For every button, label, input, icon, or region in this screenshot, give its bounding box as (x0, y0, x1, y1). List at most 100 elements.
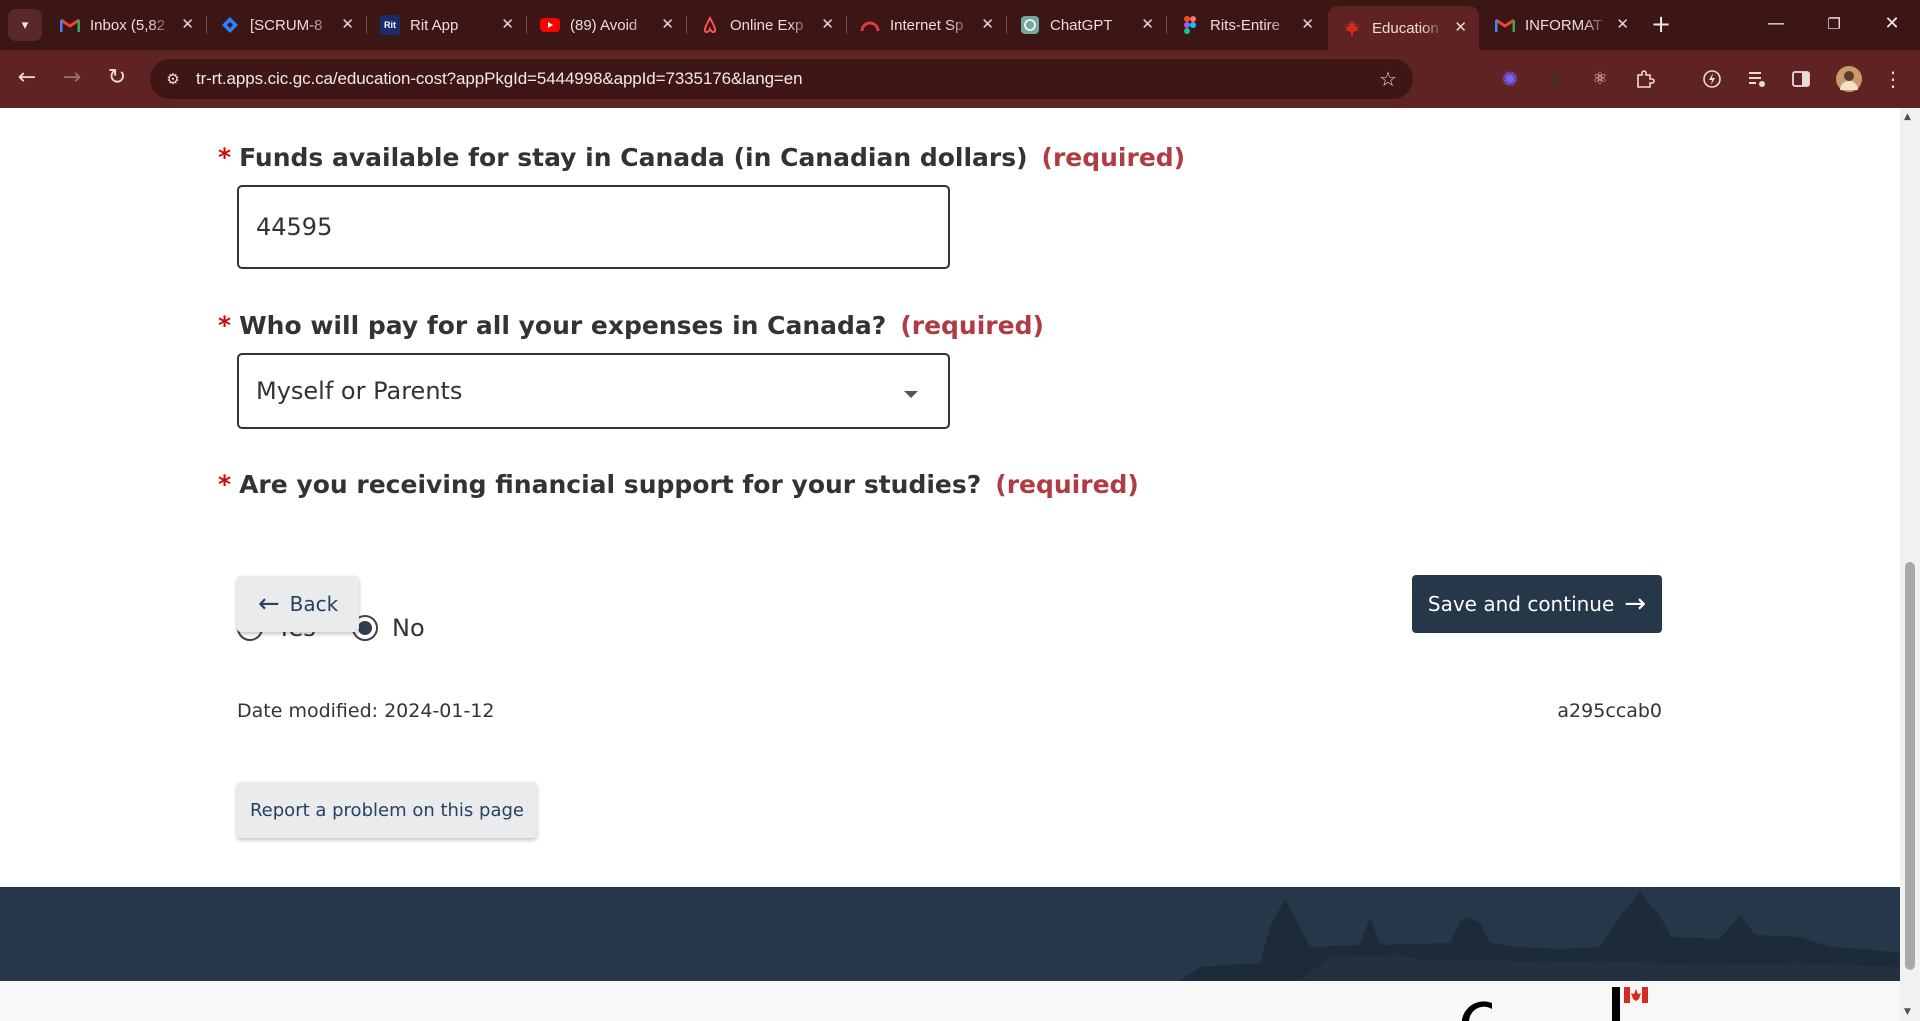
required-asterisk: * (218, 143, 232, 172)
required-tag: (required) (995, 470, 1139, 499)
tab-title: (89) Avoid (570, 16, 638, 34)
tab-title: Education (1372, 19, 1439, 37)
scroll-down-arrow-icon[interactable]: ▼ (1904, 1007, 1911, 1017)
tab-gmail-information[interactable]: INFORMAT ✕ (1481, 8, 1641, 42)
back-button-label: Back (289, 592, 339, 616)
radio-no-label[interactable]: No (392, 614, 425, 642)
save-and-continue-button[interactable]: Save and continue → (1412, 575, 1662, 633)
support-label-text: Are you receiving financial support for … (239, 470, 982, 499)
arrow-left-icon: ← (257, 589, 280, 619)
tab-title: ChatGPT (1050, 16, 1113, 34)
funds-question-label: * Funds available for stay in Canada (in … (218, 143, 1185, 172)
close-icon[interactable]: ✕ (1141, 16, 1154, 34)
reload-icon[interactable]: ↻ (100, 64, 134, 92)
tab-title: [SCRUM-8 (250, 16, 323, 34)
react-devtools-icon[interactable]: ⚛ (1589, 68, 1611, 90)
side-panel-icon[interactable] (1790, 68, 1812, 90)
tab-search-button[interactable]: ▾ (8, 9, 42, 41)
parliament-skyline-graphic (1180, 891, 1900, 981)
minimize-icon[interactable]: — (1754, 10, 1798, 38)
chevron-down-icon: ▾ (21, 17, 29, 33)
required-tag: (required) (1041, 143, 1186, 172)
required-asterisk: * (218, 470, 232, 499)
radio-option-no[interactable]: No (352, 614, 425, 642)
back-button[interactable]: ← Back (237, 576, 359, 632)
browser-toolbar: ← → ↻ ⚙ tr-rt.apps.cic.gc.ca/education-c… (0, 50, 1920, 108)
funds-label-text: Funds available for stay in Canada (in C… (239, 143, 1028, 172)
tab-scrum[interactable]: [SCRUM-8 ✕ (206, 8, 367, 42)
close-icon[interactable]: ✕ (1301, 16, 1314, 34)
figma-icon (1180, 15, 1200, 35)
jira-icon (220, 15, 240, 35)
scrollbar-thumb[interactable] (1905, 562, 1915, 970)
extension-dark-icon[interactable]: ● (1544, 68, 1566, 90)
bookmark-star-icon[interactable]: ☆ (1379, 67, 1397, 91)
support-question-label: * Are you receiving financial support for… (218, 470, 1139, 499)
back-arrow-icon[interactable]: ← (10, 64, 44, 92)
close-icon[interactable]: ✕ (1616, 16, 1629, 34)
close-icon[interactable]: ✕ (821, 16, 834, 34)
tab-title: Rits-Entire (1210, 16, 1281, 34)
gmail-icon (60, 15, 80, 35)
tab-title: INFORMAT (1525, 16, 1603, 34)
media-control-icon[interactable] (1746, 68, 1768, 90)
save-button-label: Save and continue (1427, 592, 1615, 616)
tab-title: Online Exp (730, 16, 804, 34)
chatgpt-icon (1020, 15, 1040, 35)
close-icon[interactable]: ✕ (981, 16, 994, 34)
profile-avatar[interactable] (1836, 66, 1862, 92)
more-menu-icon[interactable]: ⋮ (1882, 67, 1904, 91)
browser-tab-strip: ▾ Inbox (5,82 ✕ [SCRUM-8 ✕ Rit Rit App ✕… (0, 0, 1920, 50)
tab-title: Internet Sp (890, 16, 964, 34)
date-modified: Date modified: 2024-01-12 (237, 700, 495, 722)
close-icon[interactable]: ✕ (181, 16, 194, 34)
tab-title: Rit App (410, 16, 459, 34)
close-icon[interactable]: ✕ (501, 16, 514, 34)
close-icon[interactable]: ✕ (341, 16, 354, 34)
footer-bottom (0, 981, 1900, 1021)
required-tag: (required) (900, 311, 1044, 340)
speedtest-icon (860, 15, 880, 35)
report-problem-button[interactable]: Report a problem on this page (237, 782, 537, 838)
tab-internet-speed[interactable]: Internet Sp ✕ (846, 8, 1007, 42)
tab-rit-app[interactable]: Rit Rit App ✕ (366, 8, 527, 42)
tab-rits-entire[interactable]: Rits-Entire ✕ (1166, 8, 1326, 42)
window-close-icon[interactable]: ✕ (1870, 10, 1914, 38)
airbnb-icon (700, 15, 720, 35)
new-tab-plus-icon[interactable]: + (1651, 11, 1671, 37)
canada-wordmark-logo (1461, 987, 1648, 1021)
footer-landscape-band (0, 887, 1900, 981)
arrow-right-icon: → (1624, 589, 1647, 619)
tab-youtube[interactable]: (89) Avoid ✕ (526, 8, 687, 42)
tab-title: Inbox (5,82 (90, 16, 166, 34)
gmail-icon (1495, 15, 1515, 35)
extensions-puzzle-icon[interactable] (1634, 68, 1656, 90)
funds-available-input[interactable]: 44595 (237, 185, 950, 269)
youtube-icon (540, 15, 560, 35)
close-icon[interactable]: ✕ (1454, 19, 1467, 37)
close-icon[interactable]: ✕ (661, 16, 674, 34)
caret-down-icon (904, 391, 918, 398)
address-bar[interactable]: ⚙ tr-rt.apps.cic.gc.ca/education-cost?ap… (150, 59, 1413, 99)
tab-gmail-inbox[interactable]: Inbox (5,82 ✕ (46, 8, 207, 42)
maple-leaf-icon (1342, 18, 1362, 38)
tab-online-exp[interactable]: Online Exp ✕ (686, 8, 847, 42)
tab-education-active[interactable]: Education ✕ (1328, 6, 1479, 50)
page-viewport: * Funds available for stay in Canada (in … (0, 108, 1900, 1021)
url-text[interactable]: tr-rt.apps.cic.gc.ca/education-cost?appP… (196, 69, 803, 89)
performance-icon[interactable] (1701, 68, 1723, 90)
page-scrollbar[interactable]: ▲ ▼ (1900, 108, 1920, 1021)
required-asterisk: * (218, 311, 232, 340)
scroll-up-arrow-icon[interactable]: ▲ (1904, 112, 1911, 122)
version-hash: a295ccab0 (1557, 700, 1662, 722)
payer-select[interactable]: Myself or Parents (237, 353, 950, 429)
restore-icon[interactable]: ❐ (1812, 10, 1856, 38)
payer-selected-value: Myself or Parents (256, 377, 463, 405)
extension-sparkle-icon[interactable]: ✺ (1499, 67, 1521, 91)
forward-arrow-icon[interactable]: → (55, 64, 89, 92)
payer-label-text: Who will pay for all your expenses in Ca… (239, 311, 887, 340)
rit-icon: Rit (380, 15, 400, 35)
report-button-label: Report a problem on this page (249, 799, 524, 821)
tab-chatgpt[interactable]: ChatGPT ✕ (1006, 8, 1167, 42)
site-info-icon[interactable]: ⚙ (162, 68, 184, 90)
